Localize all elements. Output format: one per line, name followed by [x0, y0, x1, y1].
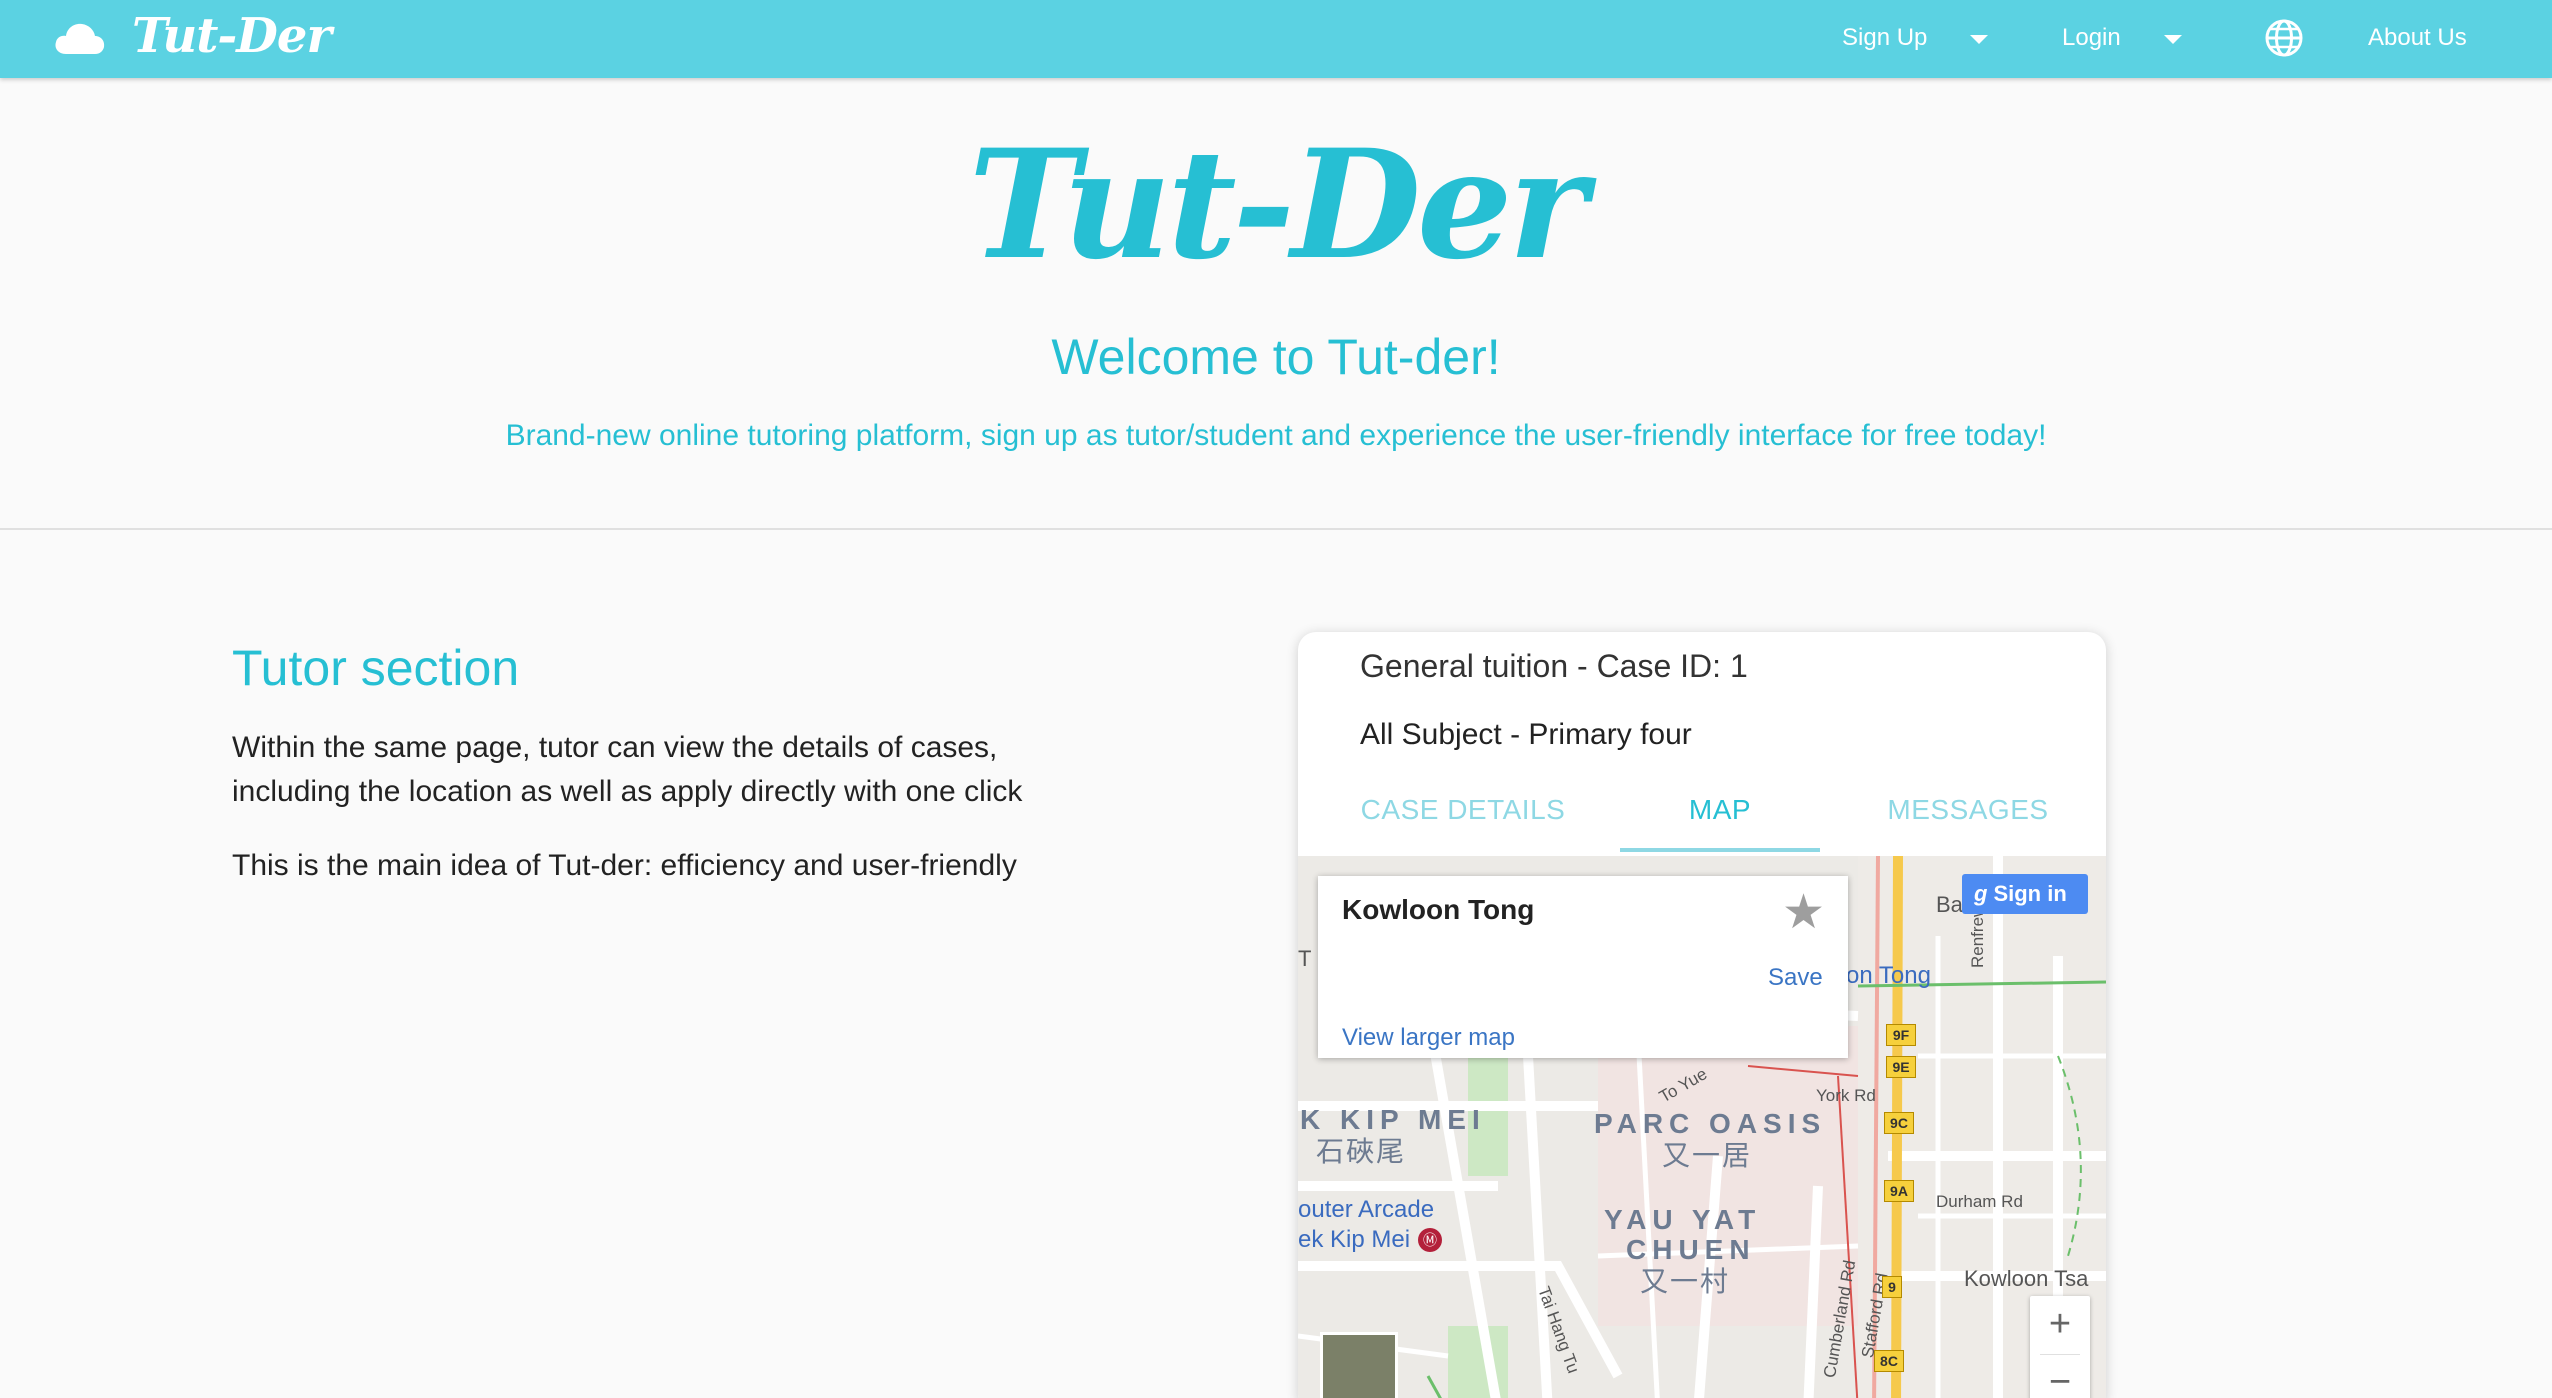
map-info-window: Kowloon Tong ★ Save View larger map: [1318, 876, 1848, 1058]
map-label-yau-yat-cjk: 又一村: [1640, 1266, 1731, 1297]
tutor-section-main-idea: This is the main idea of Tut-der: effici…: [232, 849, 1017, 882]
map-zoom-control: + −: [2030, 1296, 2090, 1398]
map-label-durham-rd: Durham Rd: [1936, 1192, 2023, 1211]
tab-case-details[interactable]: CASE DETAILS: [1338, 788, 1588, 832]
login-menu[interactable]: Login: [2062, 22, 2121, 54]
case-card: General tuition - Case ID: 1 All Subject…: [1298, 632, 2106, 1398]
about-us-link[interactable]: About Us: [2368, 22, 2467, 54]
save-place-button[interactable]: Save: [1768, 964, 1823, 992]
nav-logo[interactable]: Tut-Der: [132, 8, 332, 64]
hero-logo: Tut-Der: [968, 117, 1588, 293]
hero-title: Welcome to Tut-der!: [1051, 329, 1501, 385]
globe-icon[interactable]: [2264, 18, 2304, 58]
mtr-station-icon: Ⓜ: [1418, 1228, 1442, 1252]
satellite-thumbnail[interactable]: [1320, 1332, 1398, 1398]
route-badge: 9A: [1884, 1180, 1914, 1202]
map-label-kip-mei-station: ek Kip Mei: [1298, 1226, 1411, 1253]
zoom-in-button[interactable]: +: [2030, 1296, 2090, 1352]
route-badge: 9F: [1886, 1024, 1916, 1046]
map-label-kowloon-tsai: Kowloon Tsa: [1964, 1266, 2089, 1291]
route-badge: 8C: [1874, 1350, 1904, 1372]
top-navbar: Tut-Der Sign Up Login About Us: [0, 0, 2552, 78]
case-title: General tuition - Case ID: 1: [1360, 648, 1748, 684]
view-larger-map-link[interactable]: View larger map: [1342, 1024, 1515, 1052]
case-subject: All Subject - Primary four: [1360, 718, 1692, 751]
tab-messages[interactable]: MESSAGES: [1858, 788, 2078, 832]
map-sign-in-button[interactable]: g Sign in: [1962, 874, 2088, 914]
map-label-arcade: outer Arcade: [1298, 1196, 1435, 1223]
route-badge: 9E: [1886, 1056, 1916, 1078]
map-label-kowloon-tong: on Tong: [1846, 962, 1931, 989]
tab-map[interactable]: MAP: [1620, 788, 1820, 832]
zoom-out-button[interactable]: −: [2030, 1354, 2090, 1398]
map-label-edge-t: T: [1298, 946, 1312, 971]
google-g-icon: g: [1974, 881, 1988, 906]
tutor-section-title: Tutor section: [232, 640, 520, 696]
star-icon[interactable]: ★: [1782, 888, 1825, 938]
map-label-kip-mei-cjk: 石硤尾: [1316, 1136, 1407, 1167]
map-label-york-rd: York Rd: [1816, 1086, 1876, 1105]
map-label-edge-ba: Ba: [1936, 892, 1963, 917]
login-chevron-down-icon[interactable]: [2164, 35, 2182, 44]
route-badge: 9: [1882, 1276, 1902, 1298]
map-label-kip-mei: K KIP MEI: [1300, 1104, 1486, 1135]
cloud-icon[interactable]: [54, 20, 106, 56]
embedded-map[interactable]: K KIP MEI 石硤尾 PARC OASIS 又一居 YAU YAT CHU…: [1298, 856, 2106, 1398]
active-tab-indicator: [1620, 848, 1820, 852]
hero-subtitle: Brand-new online tutoring platform, sign…: [505, 419, 2047, 452]
tutor-section-description: Within the same page, tutor can view the…: [232, 731, 1023, 808]
map-label-parc-oasis-cjk: 又一居: [1662, 1140, 1753, 1171]
map-label-chuen: CHUEN: [1626, 1234, 1756, 1265]
map-label-yau-yat: YAU YAT: [1604, 1204, 1762, 1235]
info-place-name: Kowloon Tong: [1342, 894, 1535, 925]
signup-menu[interactable]: Sign Up: [1842, 22, 1927, 54]
map-label-parc-oasis: PARC OASIS: [1594, 1108, 1827, 1139]
section-divider: [0, 528, 2552, 530]
signup-chevron-down-icon[interactable]: [1970, 35, 1988, 44]
route-badge: 9C: [1884, 1112, 1914, 1134]
sign-in-label: Sign in: [1993, 881, 2067, 906]
